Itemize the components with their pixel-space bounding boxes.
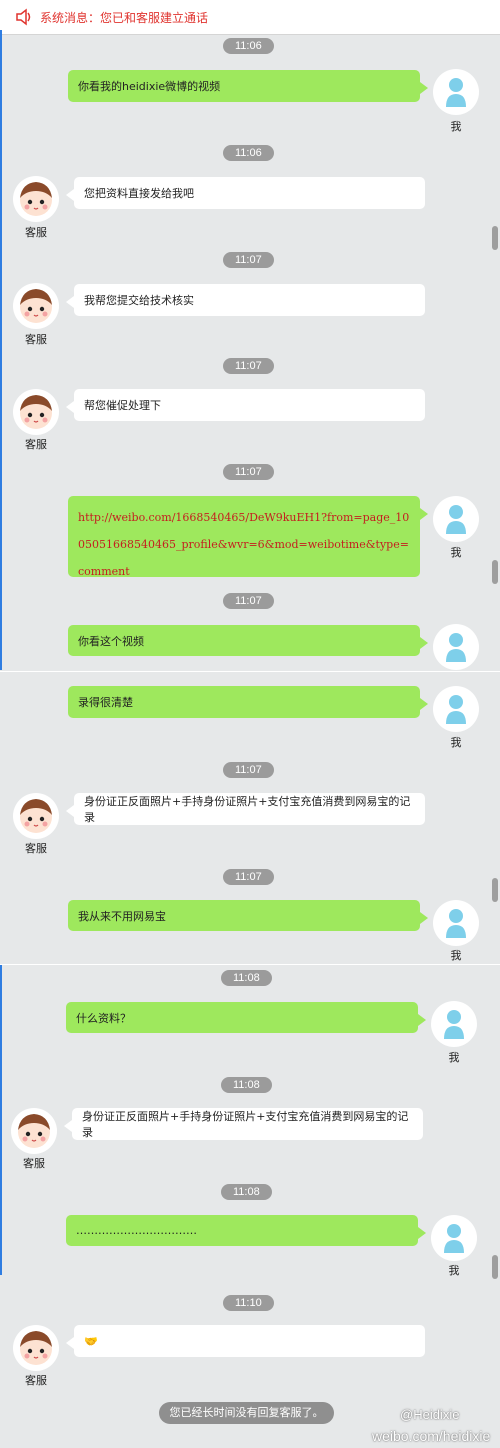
timestamp: 11:08 [221, 1184, 272, 1200]
timestamp: 11:07 [223, 252, 274, 268]
agent-avatar [11, 1108, 57, 1154]
timestamp: 11:08 [221, 1077, 272, 1093]
girl-face-icon [20, 1331, 52, 1365]
girl-face-icon [20, 799, 52, 833]
user-avatar [433, 686, 479, 732]
my-message-bubble[interactable]: …………………………… [66, 1215, 426, 1246]
speaker-icon [16, 8, 31, 26]
timestamp: 11:07 [223, 358, 274, 374]
user-silhouette-icon [444, 1224, 464, 1253]
timestamp: 11:06 [223, 145, 274, 161]
my-link-message-bubble[interactable]: http://weibo.com/1668540465/DeW9kuEH1?fr… [68, 496, 428, 578]
girl-face-icon [20, 182, 52, 216]
girl-face-icon [18, 1114, 50, 1148]
agent-message-bubble[interactable]: 我帮您提交给技术核实 [66, 284, 425, 316]
timestamp: 11:07 [223, 593, 274, 609]
sender-label-agent: 客服 [25, 842, 47, 855]
agent-avatar [13, 793, 59, 839]
left-edge-bar [0, 965, 2, 1275]
scrollbar-thumb[interactable] [492, 1255, 498, 1279]
user-avatar [433, 624, 479, 670]
agent-avatar [13, 1325, 59, 1371]
timestamp: 11:08 [221, 970, 272, 986]
my-message-bubble[interactable]: 什么资料？ [66, 1002, 426, 1033]
timestamp: 11:07 [223, 464, 274, 480]
agent-message-bubble[interactable]: 您把资料直接发给我吧 [66, 177, 425, 209]
sender-label-me: 我 [448, 1051, 460, 1064]
sender-label-agent: 客服 [25, 333, 47, 346]
user-silhouette-icon [446, 695, 466, 724]
sender-label-agent: 客服 [25, 438, 47, 451]
timestamp: 11:06 [223, 38, 274, 54]
user-silhouette-icon [446, 909, 466, 938]
girl-face-icon [20, 395, 52, 429]
user-silhouette-icon [446, 633, 466, 662]
user-avatar [433, 496, 479, 542]
sender-label-agent: 客服 [25, 1374, 47, 1387]
user-silhouette-icon [444, 1010, 464, 1039]
sender-label-me: 我 [450, 546, 462, 559]
my-message-bubble[interactable]: 你看我的heidixie微博的视频 [68, 70, 428, 102]
agent-avatar [13, 176, 59, 222]
user-silhouette-icon [446, 78, 466, 107]
sender-label-me: 我 [450, 949, 462, 962]
left-edge-bar [0, 30, 2, 670]
girl-face-icon [20, 289, 52, 323]
agent-avatar [13, 389, 59, 435]
scrollbar-thumb[interactable] [492, 878, 498, 902]
agent-message-bubble[interactable]: 身份证正反面照片+手持身份证照片+支付宝充值消费到网易宝的记录 [64, 1108, 423, 1140]
agent-message-bubble[interactable]: 帮您催促处理下 [66, 389, 425, 421]
sender-label-me: 我 [448, 1264, 460, 1277]
agent-emoji-bubble[interactable]: 🤝 [66, 1325, 425, 1357]
agent-message-bubble[interactable]: 身份证正反面照片+手持身份证照片+支付宝充值消费到网易宝的记录 [66, 793, 425, 825]
timestamp: 11:10 [223, 1295, 274, 1311]
my-message-bubble[interactable]: 录得很清楚 [68, 686, 428, 718]
user-avatar [433, 69, 479, 115]
scrollbar-thumb[interactable] [492, 226, 498, 250]
user-silhouette-icon [446, 505, 466, 534]
my-message-bubble[interactable]: 你看这个视频 [68, 625, 428, 656]
agent-avatar [13, 283, 59, 329]
sender-label-me: 我 [450, 120, 462, 133]
scrollbar-thumb[interactable] [492, 560, 498, 584]
inactivity-notice: 您已经长时间没有回复客服了。 [159, 1402, 334, 1424]
user-avatar [431, 1215, 477, 1261]
sender-label-agent: 客服 [23, 1157, 45, 1170]
system-message-banner: 系统消息：您已和客服建立通话 [0, 0, 500, 35]
user-avatar [433, 900, 479, 946]
timestamp: 11:07 [223, 869, 274, 885]
user-avatar [431, 1001, 477, 1047]
sender-label-me: 我 [450, 736, 462, 749]
sender-label-agent: 客服 [25, 226, 47, 239]
my-message-bubble[interactable]: 我从来不用网易宝 [68, 900, 428, 931]
watermark-handle: @Heidixie [400, 1407, 460, 1422]
system-message-text: 系统消息：您已和客服建立通话 [40, 10, 209, 25]
watermark-url: weibo.com/heidixie [372, 1428, 491, 1444]
segment-separator [0, 671, 500, 672]
timestamp: 11:07 [223, 762, 274, 778]
segment-separator [0, 964, 500, 965]
